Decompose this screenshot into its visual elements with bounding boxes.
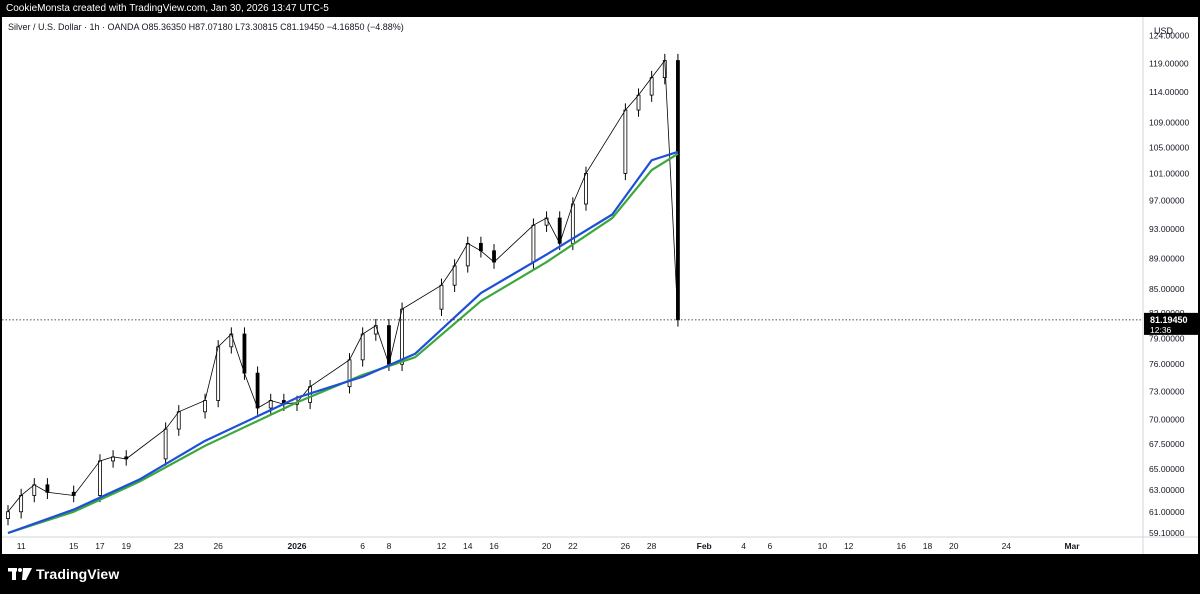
price-tick-label: 114.00000 xyxy=(1149,87,1189,97)
ma-fast-line xyxy=(7,150,679,535)
time-tick-label: 17 xyxy=(95,541,105,551)
time-tick-label: 26 xyxy=(621,541,631,551)
time-tick-label: 20 xyxy=(949,541,959,551)
candle-body xyxy=(163,428,168,460)
symbol-legend[interactable]: Silver / U.S. Dollar · 1h · OANDA O85.36… xyxy=(8,22,404,32)
candle-body xyxy=(400,308,404,365)
price-tick-label: 63.00000 xyxy=(1149,485,1185,495)
time-tick-label: 14 xyxy=(463,541,473,551)
price-tick-label: 85.00000 xyxy=(1149,284,1185,294)
candle-body xyxy=(544,217,549,226)
tradingview-logo-icon xyxy=(8,568,32,580)
price-tick-label: 76.00000 xyxy=(1149,359,1185,369)
price-tick-label: 105.00000 xyxy=(1149,142,1189,152)
candle-body xyxy=(176,411,181,430)
price-tick-label: 65.00000 xyxy=(1149,464,1185,474)
price-tick-label: 101.00000 xyxy=(1149,168,1189,178)
time-tick-label: 16 xyxy=(489,541,499,551)
snapshot-caption-bar: CookieMonsta created with TradingView.co… xyxy=(0,0,1200,17)
price-tick-label: 73.00000 xyxy=(1149,386,1185,396)
time-tick-label: 2026 xyxy=(288,541,307,551)
time-tick-label: 12 xyxy=(844,541,854,551)
time-tick-label: 23 xyxy=(174,541,184,551)
candle-body xyxy=(32,484,37,496)
candle-body xyxy=(465,242,470,267)
footer-bar: TradingView xyxy=(0,554,1200,594)
chart-panel[interactable]: 124.00000 119.00000 114.00000 109.00000 105.… xyxy=(2,17,1198,554)
tradingview-logo[interactable]: TradingView xyxy=(8,566,119,582)
time-tick-label: 15 xyxy=(69,541,79,551)
price-tick-label: 97.00000 xyxy=(1149,196,1185,206)
time-tick-label: Mar xyxy=(1064,541,1080,551)
candle-body xyxy=(242,333,247,374)
candle-body xyxy=(584,173,588,205)
ma-slow-line xyxy=(7,152,679,535)
time-tick-label: Feb xyxy=(697,541,712,551)
time-tick-label: 22 xyxy=(568,541,578,551)
price-tick-label: 89.00000 xyxy=(1149,253,1185,263)
time-tick-label: 8 xyxy=(387,541,392,551)
bar-countdown: 12:36 xyxy=(1150,325,1172,335)
moving-averages-layer xyxy=(7,150,679,535)
time-tick-label: 20 xyxy=(542,541,552,551)
time-tick-label: 26 xyxy=(213,541,223,551)
candle-body xyxy=(268,400,273,409)
candle-body xyxy=(216,346,221,401)
time-tick-label: 11 xyxy=(17,541,26,551)
price-tick-label: 59.10000 xyxy=(1149,528,1185,538)
candle-body xyxy=(203,400,207,413)
candle-body xyxy=(649,77,654,96)
price-tick-label: 119.00000 xyxy=(1149,58,1189,68)
candle-body xyxy=(19,495,24,513)
time-tick-label: 28 xyxy=(647,541,657,551)
price-tick-label: 70.00000 xyxy=(1149,414,1185,424)
time-tick-label: 24 xyxy=(1002,541,1012,551)
candle-body xyxy=(360,333,365,361)
time-tick-label: 10 xyxy=(818,541,828,551)
time-tick-label: 18 xyxy=(923,541,933,551)
price-trace xyxy=(7,59,679,513)
candle-body xyxy=(6,511,10,519)
candles-layer xyxy=(6,53,680,526)
price-tick-label: 93.00000 xyxy=(1149,224,1185,234)
price-tick-label: 109.00000 xyxy=(1149,117,1189,127)
candle-body xyxy=(98,460,102,496)
candle-body xyxy=(45,484,50,493)
time-tick-label: 16 xyxy=(897,541,907,551)
time-axis-labels: 11 15 17 19 23 26 2026 6 8 12 14 16 20 22 26 28 Feb 4 6 10 1… xyxy=(17,541,1081,551)
candle-body xyxy=(255,372,260,409)
price-axis-labels: 124.00000119.00000114.00000109.00000105.… xyxy=(1149,31,1189,538)
tradingview-brand-text: TradingView xyxy=(36,566,120,582)
time-tick-label: 19 xyxy=(121,541,131,551)
last-price-value: 81.19450 xyxy=(1150,315,1188,325)
price-chart[interactable]: 124.00000119.00000114.00000109.00000105.… xyxy=(2,17,1198,554)
candle-body xyxy=(492,250,496,263)
time-tick-label: 6 xyxy=(768,541,773,551)
price-tick-label: 61.00000 xyxy=(1149,507,1185,517)
price-tick-label: 67.50000 xyxy=(1149,439,1185,449)
last-price-tag: 81.1945012:36 xyxy=(1144,312,1198,335)
candle-body xyxy=(623,109,628,174)
time-tick-label: 12 xyxy=(437,541,447,551)
candle-body xyxy=(636,94,641,111)
time-tick-label: 6 xyxy=(360,541,365,551)
candle-body xyxy=(676,60,680,321)
candle-body xyxy=(531,224,536,263)
screenshot-frame: CookieMonsta created with TradingView.co… xyxy=(0,0,1200,594)
candle-body xyxy=(452,265,457,286)
currency-label[interactable]: USD xyxy=(1154,26,1173,36)
candle-body xyxy=(478,242,483,252)
candle-body xyxy=(347,359,352,388)
candle-body xyxy=(439,284,444,310)
time-tick-label: 4 xyxy=(741,541,746,551)
snapshot-caption: CookieMonsta created with TradingView.co… xyxy=(6,3,329,14)
